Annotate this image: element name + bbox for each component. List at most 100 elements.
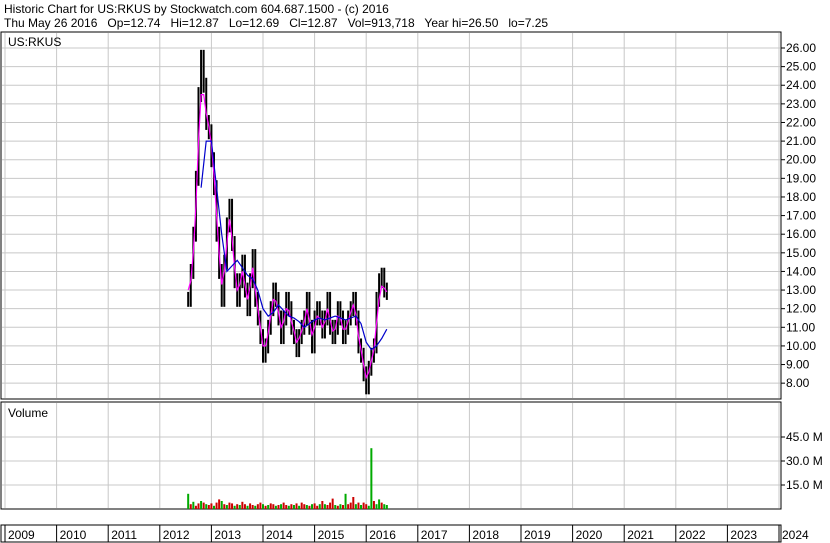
volume-bar bbox=[210, 503, 213, 509]
price-y-tick-label: 10.00 bbox=[786, 339, 816, 353]
volume-bar bbox=[323, 504, 326, 509]
price-panel-title: US:RKUS bbox=[8, 35, 61, 49]
volume-bar bbox=[274, 505, 277, 509]
volume-bar bbox=[225, 505, 228, 509]
price-y-tick-label: 9.00 bbox=[786, 358, 810, 372]
x-tick-label: 2009 bbox=[8, 528, 35, 542]
x-tick-label: 2022 bbox=[679, 528, 706, 542]
volume-bar bbox=[197, 503, 200, 509]
volume-bar bbox=[269, 503, 272, 509]
price-y-tick-label: 14.00 bbox=[786, 264, 816, 278]
volume-bar bbox=[308, 505, 311, 509]
volume-bar bbox=[313, 503, 316, 509]
volume-bar bbox=[357, 502, 360, 509]
price-y-tick-label: 8.00 bbox=[786, 376, 810, 390]
volume-bar bbox=[360, 505, 363, 509]
price-y-tick-label: 19.00 bbox=[786, 171, 816, 185]
volume-bar bbox=[254, 505, 257, 509]
volume-bar bbox=[375, 504, 378, 509]
volume-y-tick-label: 15.0 M bbox=[786, 478, 823, 492]
price-y-tick-label: 11.00 bbox=[786, 320, 815, 334]
volume-bar bbox=[367, 505, 370, 509]
volume-bar bbox=[223, 504, 226, 509]
volume-bar bbox=[243, 504, 246, 509]
x-tick-label: 2019 bbox=[524, 528, 551, 542]
volume-bar bbox=[334, 505, 337, 509]
price-y-tick-label: 26.00 bbox=[786, 41, 816, 55]
volume-bar bbox=[290, 504, 293, 509]
price-y-tick-label: 25.00 bbox=[786, 60, 816, 74]
volume-bar bbox=[318, 504, 321, 509]
volume-bar bbox=[316, 505, 319, 509]
x-tick-label: 2014 bbox=[266, 528, 293, 542]
volume-bar bbox=[272, 504, 275, 509]
volume-bar bbox=[202, 502, 205, 509]
volume-bar bbox=[344, 493, 347, 509]
volume-bar bbox=[251, 505, 254, 509]
volume-bar bbox=[336, 505, 339, 509]
price-y-tick-label: 24.00 bbox=[786, 78, 816, 92]
volume-bar bbox=[331, 498, 334, 509]
price-y-tick-label: 12.00 bbox=[786, 302, 816, 316]
volume-bar bbox=[220, 501, 223, 509]
volume-bar bbox=[326, 505, 329, 509]
price-y-tick-label: 15.00 bbox=[786, 246, 816, 260]
price-y-tick-label: 20.00 bbox=[786, 153, 816, 167]
x-tick-label: 2017 bbox=[421, 528, 448, 542]
volume-bar bbox=[194, 505, 197, 509]
price-y-tick-label: 13.00 bbox=[786, 283, 816, 297]
volume-bar bbox=[383, 504, 386, 509]
volume-bar bbox=[380, 502, 383, 509]
volume-bar bbox=[187, 493, 190, 509]
volume-bar bbox=[200, 501, 203, 509]
stock-chart: US:RKUS 26.00 25.00 24.00 23.00 22.00 21.00 20… bbox=[0, 31, 823, 543]
price-y-tick-label: 21.00 bbox=[786, 134, 816, 148]
volume-bar bbox=[372, 501, 375, 509]
volume-bar bbox=[329, 502, 332, 509]
volume-bar bbox=[231, 503, 234, 509]
volume-bar bbox=[305, 505, 308, 509]
volume-bar bbox=[262, 504, 264, 509]
volume-bar bbox=[236, 504, 239, 509]
volume-bar bbox=[277, 505, 280, 509]
volume-bar bbox=[264, 505, 267, 509]
volume-bar bbox=[370, 448, 373, 509]
volume-bar bbox=[362, 502, 365, 509]
x-tick-label: 2015 bbox=[318, 528, 345, 542]
volume-bar bbox=[280, 504, 283, 509]
price-y-tick-label: 18.00 bbox=[786, 190, 816, 204]
volume-bar bbox=[341, 505, 344, 509]
x-tick-label: 2013 bbox=[214, 528, 241, 542]
x-tick-label: 2016 bbox=[369, 528, 396, 542]
volume-bar bbox=[349, 502, 352, 509]
volume-bar bbox=[233, 505, 236, 509]
volume-bar bbox=[321, 501, 324, 509]
x-tick-label: 2011 bbox=[111, 528, 137, 542]
x-tick-label: 2024 bbox=[782, 528, 809, 542]
volume-bar bbox=[192, 501, 195, 509]
volume-bar bbox=[241, 501, 244, 509]
volume-bar bbox=[256, 504, 259, 509]
volume-bar bbox=[311, 504, 314, 509]
volume-bar bbox=[228, 502, 231, 509]
x-tick-label: 2021 bbox=[627, 528, 654, 542]
volume-bar bbox=[352, 497, 355, 509]
volume-bar bbox=[300, 502, 303, 509]
volume-bar bbox=[385, 505, 388, 509]
price-y-tick-label: 17.00 bbox=[786, 209, 816, 223]
volume-bar bbox=[212, 505, 215, 509]
volume-bar bbox=[238, 505, 241, 509]
price-y-axis: 26.00 25.00 24.00 23.00 22.00 21.00 20.00 19.00… bbox=[781, 41, 816, 390]
volume-bar bbox=[378, 499, 381, 509]
price-y-tick-label: 22.00 bbox=[786, 115, 816, 129]
volume-y-axis: 45.0 M 30.0 M 15.0 M bbox=[781, 430, 823, 492]
volume-bar bbox=[282, 502, 285, 509]
volume-bar bbox=[215, 502, 218, 509]
x-tick-label: 2012 bbox=[163, 528, 190, 542]
volume-bar bbox=[287, 505, 290, 509]
x-tick-label: 2020 bbox=[576, 528, 603, 542]
volume-bar bbox=[339, 504, 342, 509]
volume-bar bbox=[285, 505, 288, 509]
volume-bar bbox=[295, 503, 298, 509]
volume-bar bbox=[267, 505, 270, 509]
